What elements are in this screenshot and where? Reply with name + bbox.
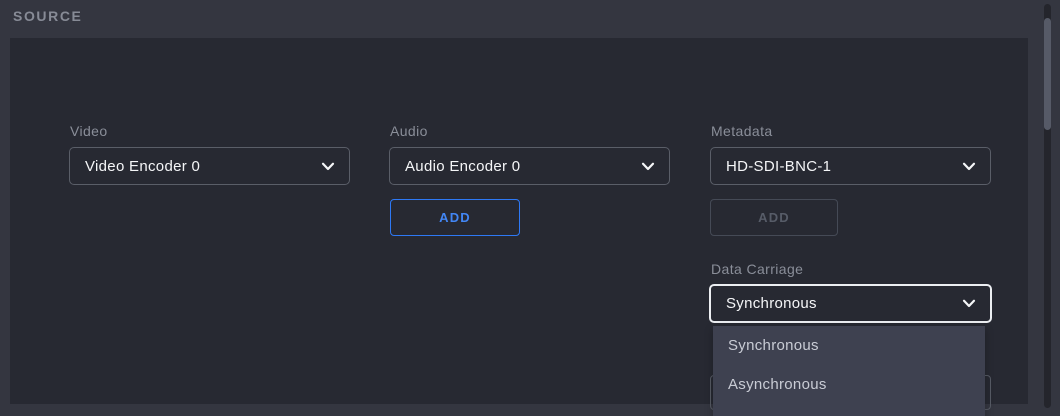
scrollbar-thumb[interactable] xyxy=(1044,18,1051,130)
section-title: SOURCE xyxy=(13,8,83,24)
source-panel: Video Video Encoder 0 Audio Audio Encode… xyxy=(10,38,1028,404)
audio-encoder-select[interactable]: Audio Encoder 0 xyxy=(389,147,670,185)
source-settings-screen: SOURCE Video Video Encoder 0 Audio Audio… xyxy=(0,0,1060,416)
scrollbar-track[interactable] xyxy=(1044,4,1051,408)
video-encoder-select-value: Video Encoder 0 xyxy=(85,158,321,175)
menu-option-async-with-sync-au[interactable]: Async with Sync AU xyxy=(713,404,985,416)
video-label: Video xyxy=(70,123,108,139)
data-carriage-dropdown-menu: Synchronous Asynchronous Async with Sync… xyxy=(713,326,985,416)
menu-option-synchronous[interactable]: Synchronous xyxy=(713,326,985,365)
data-carriage-select[interactable]: Synchronous xyxy=(709,284,992,323)
metadata-source-select[interactable]: HD-SDI-BNC-1 xyxy=(710,147,991,185)
menu-option-asynchronous[interactable]: Asynchronous xyxy=(713,365,985,404)
video-encoder-select[interactable]: Video Encoder 0 xyxy=(69,147,350,185)
data-carriage-label: Data Carriage xyxy=(711,261,803,277)
chevron-down-icon xyxy=(962,162,976,171)
chevron-down-icon xyxy=(641,162,655,171)
chevron-down-icon xyxy=(962,299,976,308)
chevron-down-icon xyxy=(321,162,335,171)
metadata-source-select-value: HD-SDI-BNC-1 xyxy=(726,158,962,175)
metadata-add-button[interactable]: ADD xyxy=(710,199,838,236)
metadata-label: Metadata xyxy=(711,123,773,139)
audio-add-button[interactable]: ADD xyxy=(390,199,520,236)
data-carriage-select-value: Synchronous xyxy=(726,295,962,312)
audio-encoder-select-value: Audio Encoder 0 xyxy=(405,158,641,175)
audio-label: Audio xyxy=(390,123,428,139)
